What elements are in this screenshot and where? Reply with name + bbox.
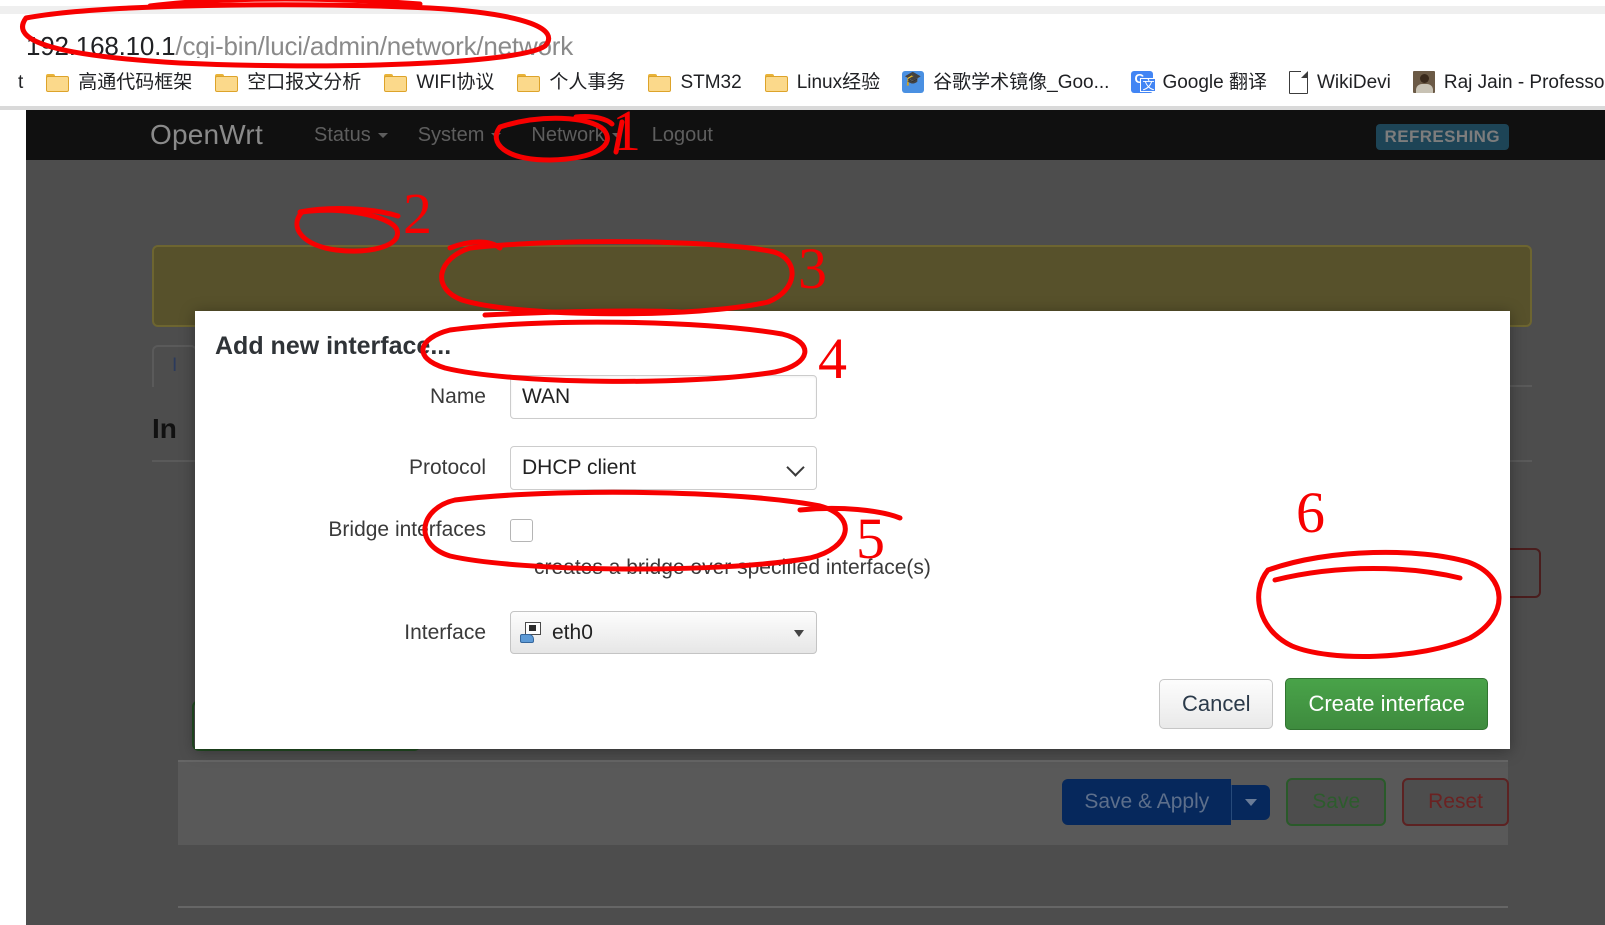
field-row-bridge: Bridge interfaces bbox=[195, 518, 1510, 542]
nav-item-status[interactable]: Status bbox=[314, 124, 388, 147]
bridge-hint-text: creates a bridge over specified interfac… bbox=[534, 556, 931, 579]
bookmark-item[interactable]: 个人事务 bbox=[516, 71, 625, 93]
create-interface-button[interactable]: Create interface bbox=[1285, 678, 1488, 730]
bookmark-label: t bbox=[18, 71, 24, 93]
reset-button[interactable]: Reset bbox=[1402, 778, 1509, 826]
brand-openwrt: OpenWrt bbox=[150, 119, 263, 150]
bookmark-item[interactable]: 空口报文分析 bbox=[214, 71, 361, 93]
page-left-gutter bbox=[0, 110, 26, 925]
url-path: /cgi-bin/luci/admin/network/network bbox=[175, 31, 574, 61]
bookmark-label: 高通代码框架 bbox=[78, 71, 193, 93]
name-label: Name bbox=[429, 385, 486, 408]
bookmark-label: Google 翻译 bbox=[1162, 71, 1267, 93]
url-host: 192.168.10.1 bbox=[26, 31, 176, 61]
chevron-down-icon bbox=[377, 133, 388, 138]
folder-icon bbox=[383, 71, 408, 93]
folder-icon bbox=[45, 71, 70, 93]
cancel-button[interactable]: Cancel bbox=[1158, 679, 1274, 729]
interface-label: Interface bbox=[404, 620, 486, 644]
footer-credits: Powered by LuCI openwrt-19.07 branch (gi… bbox=[178, 906, 1508, 925]
bookmark-label: 空口报文分析 bbox=[247, 71, 362, 93]
chevron-down-icon bbox=[1245, 798, 1258, 806]
add-new-interface-dialog: Add new interface... Name Protocol DHCP … bbox=[195, 311, 1510, 749]
bookmark-label: STM32 bbox=[680, 71, 742, 93]
folder-icon bbox=[647, 71, 672, 93]
translate-icon bbox=[1131, 71, 1157, 93]
bookmark-label: 个人事务 bbox=[549, 71, 626, 93]
chevron-down-icon bbox=[786, 458, 805, 477]
bookmark-item[interactable]: Raj Jain - Professo bbox=[1412, 71, 1605, 93]
luci-navbar: OpenWrt Status System Network Logout REF… bbox=[26, 110, 1605, 160]
save-apply-dropdown-button[interactable] bbox=[1231, 784, 1271, 820]
bookmark-item[interactable]: STM32 bbox=[647, 71, 742, 93]
nav-label: Logout bbox=[651, 124, 713, 146]
notice-title bbox=[170, 257, 1514, 283]
bookmark-item[interactable]: Google 翻译 bbox=[1131, 71, 1267, 93]
dialog-actions: Cancel Create interface bbox=[1158, 678, 1488, 730]
nav-label: Network bbox=[531, 124, 605, 146]
screenshot-root: 192.168.10.1/cgi-bin/luci/admin/network/… bbox=[0, 0, 1605, 925]
interface-select[interactable]: eth0 bbox=[510, 611, 817, 654]
window-top-strip bbox=[0, 6, 1605, 14]
bridge-interfaces-checkbox[interactable] bbox=[510, 518, 533, 542]
bookmark-item[interactable]: t bbox=[18, 73, 23, 92]
bookmark-label: WikiDevi bbox=[1317, 71, 1391, 93]
page-title: In bbox=[152, 413, 177, 444]
navbar-menu: Status System Network Logout bbox=[314, 124, 743, 147]
tab-interfaces[interactable]: I bbox=[152, 345, 198, 387]
bookmarks-bar: t 高通代码框架 空口报文分析 WIFI协议 个人事务 STM32 Linux经… bbox=[0, 58, 1605, 106]
folder-icon bbox=[214, 71, 239, 93]
bookmark-label: 谷歌学术镜像_Goo... bbox=[933, 71, 1110, 93]
page-viewport: OpenWrt Status System Network Logout REF… bbox=[0, 110, 1605, 925]
folder-icon bbox=[516, 71, 541, 93]
page-icon bbox=[1289, 70, 1308, 94]
luci-page: OpenWrt Status System Network Logout REF… bbox=[26, 110, 1605, 925]
avatar-icon bbox=[1412, 71, 1435, 93]
nav-label: System bbox=[417, 124, 485, 146]
chevron-down-icon bbox=[491, 133, 502, 138]
nav-label: Status bbox=[314, 124, 371, 146]
bookmark-label: WIFI协议 bbox=[416, 71, 495, 93]
bookmark-item[interactable]: Linux经验 bbox=[764, 71, 880, 93]
interface-selected-value: eth0 bbox=[552, 620, 593, 644]
nav-item-network[interactable]: Network bbox=[531, 124, 622, 147]
address-bar[interactable]: 192.168.10.1/cgi-bin/luci/admin/network/… bbox=[0, 14, 1605, 61]
chevron-down-icon bbox=[611, 133, 622, 138]
field-row-protocol: Protocol DHCP client bbox=[195, 446, 1510, 490]
bookmark-item[interactable]: WIFI协议 bbox=[383, 71, 494, 93]
bookmark-label: Raj Jain - Professo bbox=[1443, 71, 1605, 93]
bookmark-item[interactable]: WikiDevi bbox=[1289, 70, 1391, 94]
chevron-down-icon bbox=[794, 630, 804, 637]
ethernet-icon-plug bbox=[520, 634, 534, 643]
field-row-interface: Interface eth0 bbox=[195, 611, 1510, 654]
form-action-buttons: Save & Apply Save Reset bbox=[1062, 778, 1509, 826]
field-row-bridge-hint: creates a bridge over specified interfac… bbox=[195, 556, 1510, 580]
status-badge[interactable]: REFRESHING bbox=[1375, 124, 1509, 150]
dialog-title: Add new interface... bbox=[215, 332, 452, 360]
save-button[interactable]: Save bbox=[1286, 778, 1387, 826]
bookmark-label: Linux经验 bbox=[796, 71, 881, 93]
bridge-interfaces-label: Bridge interfaces bbox=[328, 518, 486, 541]
protocol-selected-value: DHCP client bbox=[522, 456, 636, 479]
scholar-icon bbox=[902, 70, 925, 93]
protocol-label: Protocol bbox=[408, 456, 486, 479]
ethernet-icon bbox=[520, 622, 543, 643]
browser-chrome: 192.168.10.1/cgi-bin/luci/admin/network/… bbox=[0, 0, 1605, 110]
bookmark-item[interactable]: 高通代码框架 bbox=[45, 71, 192, 93]
notice-subtitle bbox=[170, 289, 1514, 310]
bookmark-item[interactable]: 谷歌学术镜像_Goo... bbox=[902, 70, 1110, 93]
interface-name-input[interactable] bbox=[510, 375, 817, 419]
save-and-apply-button[interactable]: Save & Apply bbox=[1062, 779, 1232, 825]
protocol-select[interactable]: DHCP client bbox=[510, 446, 817, 490]
field-row-name: Name bbox=[195, 375, 1510, 419]
nav-item-logout[interactable]: Logout bbox=[652, 124, 713, 147]
folder-icon bbox=[764, 71, 788, 93]
nav-item-system[interactable]: System bbox=[418, 124, 502, 147]
